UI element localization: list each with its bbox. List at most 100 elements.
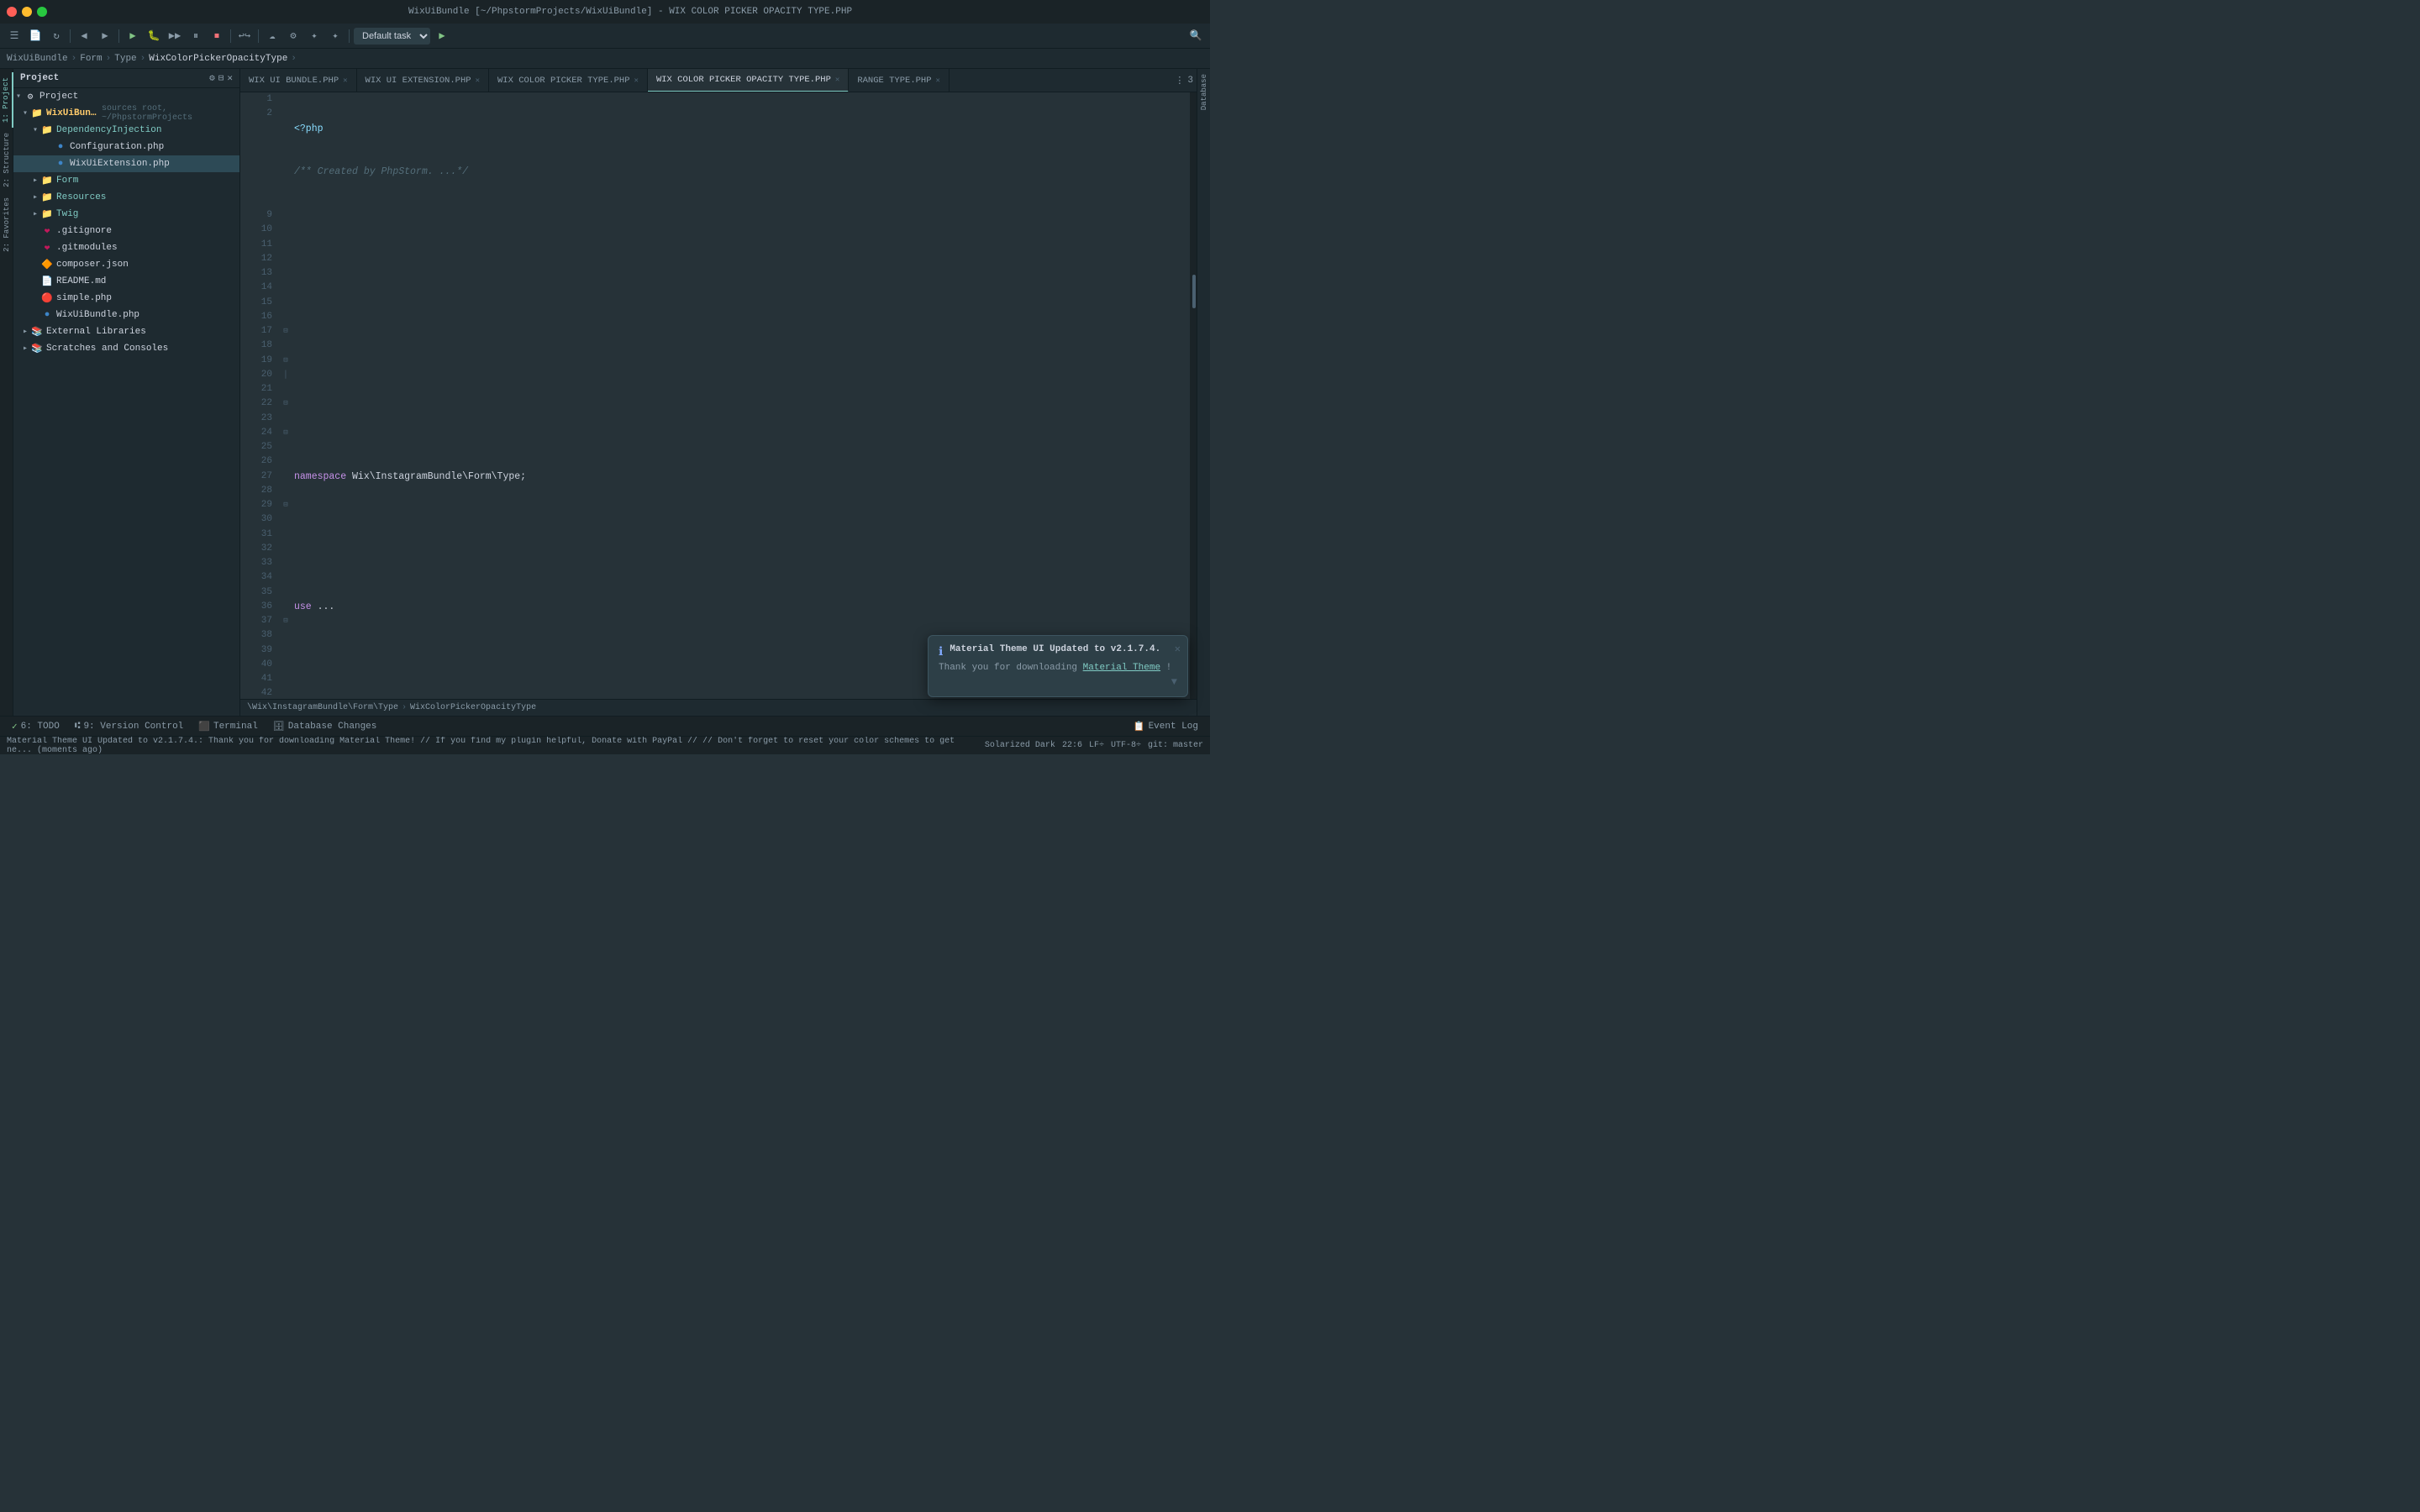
gear-icon[interactable]: ⚙ — [209, 72, 215, 84]
tab-close-icon[interactable]: ✕ — [476, 76, 480, 85]
breadcrumb-type[interactable]: Type — [114, 54, 136, 64]
tree-item-gitmodules[interactable]: ❤ .gitmodules — [13, 239, 239, 256]
forward-button[interactable]: ▶ — [96, 27, 114, 45]
tree-item-readme[interactable]: 📄 README.md — [13, 273, 239, 290]
minimize-button[interactable] — [22, 7, 32, 17]
expand-arrow[interactable]: ▾ — [30, 125, 40, 135]
tab-wix-ui-bundle[interactable]: WIX UI BUNDLE.PHP ✕ — [240, 69, 357, 92]
code-content[interactable]: <?php /** Created by PhpStorm. ...*/ nam… — [291, 92, 1190, 699]
toolbar-sep-1 — [70, 29, 71, 43]
tree-item-form[interactable]: ▸ 📁 Form — [13, 172, 239, 189]
sidebar-tab-favorites[interactable]: 2: Favorites — [1, 192, 13, 257]
code-line-1: <?php — [294, 122, 1190, 136]
tree-item-composer[interactable]: 🔶 composer.json — [13, 256, 239, 273]
tree-item-wixuibundle[interactable]: ▾ 📁 WixUiBundle sources root, ~/Phpstorm… — [13, 105, 239, 122]
layout-icon[interactable]: ⊟ — [218, 72, 224, 84]
plugin1-button[interactable]: ✦ — [305, 27, 324, 45]
breadcrumb-current[interactable]: WixColorPickerOpacityType — [149, 54, 287, 64]
path-item-2[interactable]: WixColorPickerOpacityType — [410, 703, 536, 712]
terminal-tab[interactable]: ⬛ Terminal — [192, 717, 265, 736]
sidebar-tab-structure[interactable]: 2: Structure — [1, 128, 13, 192]
tabs-more-icon[interactable]: ⋮ — [1175, 75, 1184, 87]
notification-expand-icon[interactable]: ▼ — [1171, 676, 1177, 688]
pause-button[interactable]: ⏸ — [187, 27, 205, 45]
run-config-run[interactable]: ▶ — [433, 27, 451, 45]
notification-link[interactable]: Material Theme — [1083, 663, 1160, 673]
event-log-tab[interactable]: 📋 Event Log — [1127, 717, 1205, 736]
plugin2-button[interactable]: ✦ — [326, 27, 345, 45]
menu-button[interactable]: ☰ — [5, 27, 24, 45]
expand-arrow[interactable]: ▸ — [20, 344, 30, 354]
tab-wix-color-picker-type[interactable]: WIX COLOR PICKER TYPE.PHP ✕ — [489, 69, 648, 92]
status-branch[interactable]: git: master — [1148, 741, 1203, 750]
tabs-split-icon[interactable]: 3 — [1187, 76, 1193, 86]
tree-item-configuration[interactable]: ● Configuration.php — [13, 139, 239, 155]
tree-item-simple[interactable]: 🔴 simple.php — [13, 290, 239, 307]
notification-close-button[interactable]: ✕ — [1175, 643, 1181, 655]
expand-arrow[interactable]: ▸ — [30, 192, 40, 202]
fold-4 — [281, 136, 291, 150]
tree-item-depinj[interactable]: ▾ 📁 DependencyInjection — [13, 122, 239, 139]
back-button[interactable]: ◀ — [75, 27, 93, 45]
tree-item-wixuiextension[interactable]: ● WixUiExtension.php — [13, 155, 239, 172]
tree-item-twig[interactable]: ▸ 📁 Twig — [13, 206, 239, 223]
fold-17[interactable]: ⊟ — [281, 324, 291, 339]
fold-29[interactable]: ⊟ — [281, 498, 291, 512]
fold-37[interactable]: ⊟ — [281, 614, 291, 628]
expand-arrow[interactable]: ▸ — [30, 176, 40, 186]
run-config-dropdown[interactable]: Default task — [354, 28, 430, 45]
status-theme[interactable]: Solarized Dark — [985, 741, 1055, 750]
db-changes-tab[interactable]: 🗄 Database Changes — [266, 717, 384, 736]
maximize-button[interactable] — [37, 7, 47, 17]
debug-button[interactable]: 🐛 — [145, 27, 163, 45]
tab-wix-color-picker-opacity-type[interactable]: WIX COLOR PICKER OPACITY TYPE.PHP ✕ — [648, 69, 849, 92]
fold-24[interactable]: ⊟ — [281, 426, 291, 440]
tree-item-scratches[interactable]: ▸ 📚 Scratches and Consoles — [13, 340, 239, 357]
tab-range-type[interactable]: RANGE TYPE.PHP ✕ — [849, 69, 950, 92]
fold-19[interactable]: ⊟ — [281, 354, 291, 368]
tab-close-icon[interactable]: ✕ — [634, 76, 639, 85]
tab-label: RANGE TYPE.PHP — [857, 76, 931, 86]
path-item-1[interactable]: \Wix\InstagramBundle\Form\Type — [247, 703, 398, 712]
expand-arrow[interactable]: ▸ — [20, 327, 30, 337]
code-editor[interactable]: 1 2 9 10 11 12 13 14 15 16 17 18 19 20 — [240, 92, 1197, 699]
todo-tab[interactable]: ✓ 6: TODO — [5, 717, 66, 736]
sidebar-tab-database[interactable]: Database — [1198, 69, 1210, 115]
tab-wix-ui-extension[interactable]: WIX UI EXTENSION.PHP ✕ — [357, 69, 489, 92]
code-line-5 — [294, 296, 1190, 310]
scrollbar-thumb[interactable] — [1192, 275, 1196, 308]
ln-30: 30 — [247, 512, 272, 527]
run-with-coverage-button[interactable]: ▶▶ — [166, 27, 184, 45]
tree-item-gitignore[interactable]: ❤ .gitignore — [13, 223, 239, 239]
vcs-button[interactable]: ☁ — [263, 27, 281, 45]
status-position[interactable]: 22:6 — [1062, 741, 1082, 750]
tab-close-icon[interactable]: ✕ — [835, 76, 839, 84]
fold-35 — [281, 585, 291, 600]
fold-20: │ — [281, 368, 291, 382]
tree-item-project[interactable]: ▾ ⚙ Project — [13, 88, 239, 105]
stop-button[interactable]: ⏹ — [208, 27, 226, 45]
tree-item-wixuibundle-php[interactable]: ● WixUiBundle.php — [13, 307, 239, 323]
run-button[interactable]: ▶ — [124, 27, 142, 45]
hide-icon[interactable]: ✕ — [227, 72, 233, 84]
close-button[interactable] — [7, 7, 17, 17]
new-file-button[interactable]: 📄 — [26, 27, 45, 45]
expand-arrow[interactable]: ▸ — [30, 209, 40, 219]
expand-arrow[interactable]: ▾ — [20, 108, 30, 118]
tab-close-icon[interactable]: ✕ — [936, 76, 940, 85]
breadcrumb-project[interactable]: WixUiBundle — [7, 54, 68, 64]
tree-item-extlibs[interactable]: ▸ 📚 External Libraries — [13, 323, 239, 340]
version-control-tab[interactable]: ⑆ 9: Version Control — [68, 717, 190, 736]
tree-item-resources[interactable]: ▸ 📁 Resources — [13, 189, 239, 206]
settings-button[interactable]: ⚙ — [284, 27, 302, 45]
expand-arrow[interactable]: ▾ — [13, 92, 24, 102]
tab-close-icon[interactable]: ✕ — [343, 76, 347, 85]
breadcrumb-form[interactable]: Form — [80, 54, 102, 64]
sidebar-tab-project[interactable]: 1: Project — [0, 72, 13, 128]
editor-scrollbar[interactable] — [1190, 92, 1197, 699]
sync-button[interactable]: ↻ — [47, 27, 66, 45]
step-over-button[interactable]: ↩↪ — [235, 27, 254, 45]
fold-33 — [281, 556, 291, 570]
search-everywhere-button[interactable]: 🔍 — [1186, 27, 1205, 45]
fold-13 — [281, 266, 291, 281]
